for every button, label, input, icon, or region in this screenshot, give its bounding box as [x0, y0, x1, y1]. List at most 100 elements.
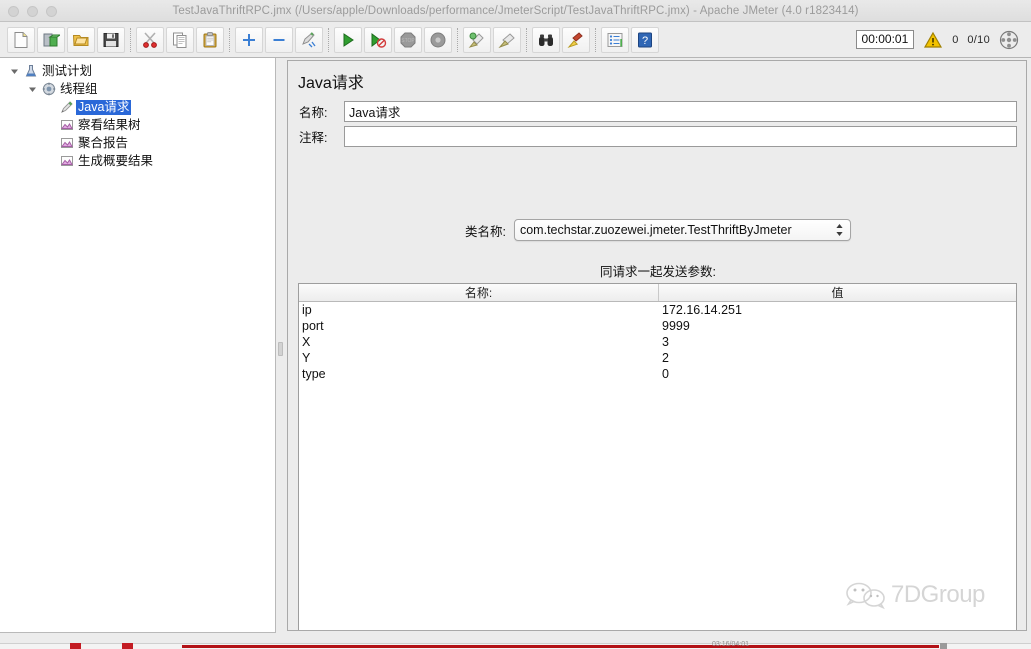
cell-name[interactable]: X — [299, 334, 659, 350]
warning-triangle-icon[interactable] — [923, 31, 943, 49]
java-request-panel: Java请求 名称: Java请求 注释: 类名称: com.techstar.… — [287, 60, 1027, 631]
list-icon — [607, 32, 623, 47]
elapsed-timer: 00:00:01 — [855, 30, 915, 49]
chevron-updown-icon[interactable] — [835, 222, 844, 238]
clipboard-icon — [203, 31, 217, 47]
classname-row: 类名称: com.techstar.zuozewei.jmeter.TestTh… — [288, 219, 1026, 241]
toolbar-group-help: ? — [600, 26, 660, 53]
split-divider-grip[interactable] — [278, 342, 283, 356]
tree-label-summary-report: 生成概要结果 — [78, 153, 154, 168]
tree-node-view-results-tree[interactable]: 察看结果树 — [0, 116, 275, 134]
open-folder-icon — [72, 34, 89, 46]
connection-nodes-icon[interactable] — [999, 30, 1019, 50]
play-green-icon — [343, 32, 354, 47]
toggle-button[interactable] — [295, 26, 323, 53]
window-controls[interactable] — [8, 6, 57, 17]
name-label: 名称: — [299, 106, 328, 120]
table-row[interactable]: X 3 — [299, 334, 1016, 350]
minimize-button[interactable] — [27, 6, 38, 17]
binoculars-icon — [539, 34, 553, 46]
toolbar-group-file — [6, 26, 126, 53]
paste-button[interactable] — [196, 26, 224, 53]
reset-search-button[interactable] — [562, 26, 590, 53]
toolbar-separator-4 — [457, 27, 458, 52]
cell-name[interactable]: type — [299, 366, 659, 382]
copy-button[interactable] — [166, 26, 194, 53]
shutdown-button[interactable] — [424, 26, 452, 53]
save-button[interactable] — [97, 26, 125, 53]
window-title: TestJavaThriftRPC.jmx (/Users/apple/Down… — [172, 4, 859, 17]
cell-name[interactable]: Y — [299, 350, 659, 366]
background-icon-2 — [122, 643, 133, 649]
expand-all-button[interactable] — [235, 26, 263, 53]
broom-green-icon — [468, 32, 484, 48]
toggle-pencil-icon — [302, 31, 316, 47]
cell-value[interactable]: 172.16.14.251 — [659, 302, 1016, 318]
expander-down-icon[interactable] — [6, 67, 22, 76]
start-no-timers-button[interactable] — [364, 26, 392, 53]
aggregate-report-icon — [58, 136, 76, 150]
cell-value[interactable]: 3 — [659, 334, 1016, 350]
column-header-value[interactable]: 值 — [659, 284, 1016, 301]
title-bar: TestJavaThriftRPC.jmx (/Users/apple/Down… — [0, 0, 1031, 22]
templates-icon — [43, 33, 60, 46]
tree-label-java-request: Java请求 — [76, 99, 132, 115]
stop-button[interactable]: STOP — [394, 26, 422, 53]
toolbar-separator-5 — [526, 27, 527, 52]
tree-node-thread-group[interactable]: 线程组 — [0, 80, 275, 98]
start-button[interactable] — [334, 26, 362, 53]
name-input[interactable]: Java请求 — [344, 101, 1017, 122]
parameters-table[interactable]: 名称: 值 ip 172.16.14.251 port 9999 X 3 Y 2… — [298, 283, 1017, 630]
toolbar-group-run: STOP — [333, 26, 453, 53]
background-time: 03:16/04:01 — [712, 641, 749, 648]
java-request-icon — [58, 100, 76, 114]
tree-node-summary-report[interactable]: 生成概要结果 — [0, 152, 275, 170]
cell-name[interactable]: ip — [299, 302, 659, 318]
close-button[interactable] — [8, 6, 19, 17]
split-divider[interactable] — [276, 58, 285, 633]
table-row[interactable]: type 0 — [299, 366, 1016, 382]
cell-value[interactable]: 0 — [659, 366, 1016, 382]
background-icon-1 — [70, 643, 81, 649]
new-test-plan-button[interactable] — [7, 26, 35, 53]
collapse-all-button[interactable] — [265, 26, 293, 53]
tree-node-aggregate-report[interactable]: 聚合报告 — [0, 134, 275, 152]
table-row[interactable]: ip 172.16.14.251 — [299, 302, 1016, 318]
toolbar-group-search — [531, 26, 591, 53]
table-row[interactable]: Y 2 — [299, 350, 1016, 366]
column-header-name[interactable]: 名称: — [299, 284, 659, 301]
shutdown-gear-icon — [430, 32, 446, 47]
test-plan-tree[interactable]: 测试计划 线程组 Java请求 察看结果树 聚合报告 生成概要结果 — [0, 58, 276, 633]
help-button[interactable]: ? — [631, 26, 659, 53]
tree-node-test-plan[interactable]: 测试计划 — [0, 62, 275, 80]
tree-label-aggregate-report: 聚合报告 — [78, 135, 129, 150]
cut-button[interactable] — [136, 26, 164, 53]
copy-pages-icon — [173, 32, 187, 48]
cell-name[interactable]: port — [299, 318, 659, 334]
expander-down-icon[interactable] — [24, 85, 40, 94]
minus-icon — [273, 38, 285, 41]
cell-value[interactable]: 2 — [659, 350, 1016, 366]
toolbar-separator-6 — [595, 27, 596, 52]
classname-label: 类名称: — [465, 224, 506, 239]
classname-select[interactable]: com.techstar.zuozewei.jmeter.TestThriftB… — [513, 219, 851, 241]
background-progress-bar — [182, 645, 939, 648]
comment-field-row: 注释: — [298, 126, 1017, 147]
new-document-icon — [14, 31, 28, 48]
table-row[interactable]: port 9999 — [299, 318, 1016, 334]
templates-button[interactable] — [37, 26, 65, 53]
broom-icon — [498, 32, 515, 48]
plus-icon — [243, 33, 255, 46]
function-helper-button[interactable] — [601, 26, 629, 53]
search-button[interactable] — [532, 26, 560, 53]
background-icon-3 — [940, 643, 947, 649]
page-title: Java请求 — [298, 75, 364, 92]
zoom-button[interactable] — [46, 6, 57, 17]
play-no-timers-icon — [371, 32, 387, 48]
clear-button[interactable] — [463, 26, 491, 53]
comment-input[interactable] — [344, 126, 1017, 147]
cell-value[interactable]: 9999 — [659, 318, 1016, 334]
open-button[interactable] — [67, 26, 95, 53]
tree-node-java-request[interactable]: Java请求 — [0, 98, 275, 116]
clear-all-button[interactable] — [493, 26, 521, 53]
